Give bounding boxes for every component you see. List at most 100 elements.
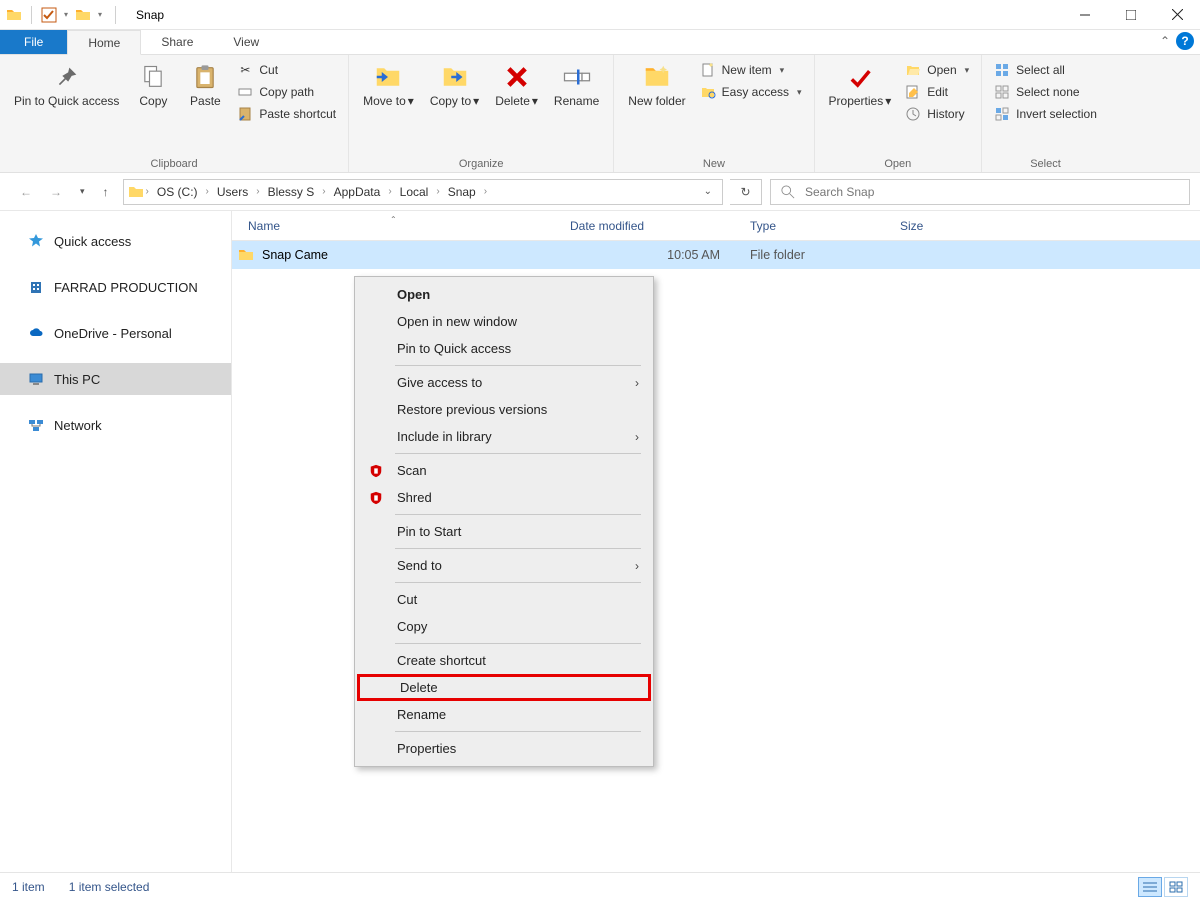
paste-button[interactable]: Paste [181, 59, 229, 111]
sidebar-item-quick-access[interactable]: Quick access [0, 225, 231, 257]
search-placeholder: Search Snap [805, 185, 874, 199]
delete-button[interactable]: Delete▾ [489, 59, 544, 111]
menu-item-copy[interactable]: Copy [357, 613, 651, 640]
qat-dropdown-icon[interactable]: ▾ [94, 10, 106, 19]
recent-locations-button[interactable]: ▾ [80, 186, 85, 197]
network-icon [28, 417, 44, 433]
menu-item-rename[interactable]: Rename [357, 701, 651, 728]
chevron-right-icon[interactable]: › [322, 186, 325, 197]
menu-item-pin-start[interactable]: Pin to Start [357, 518, 651, 545]
chevron-right-icon[interactable]: › [146, 186, 149, 197]
new-folder-button[interactable]: New folder [622, 59, 691, 111]
help-icon[interactable]: ? [1176, 32, 1194, 50]
sidebar-label: OneDrive - Personal [54, 326, 172, 341]
breadcrumb-item[interactable]: OS (C:) [151, 185, 204, 199]
menu-item-give-access-to[interactable]: Give access to› [357, 369, 651, 396]
new-item-button[interactable]: New item▾ [696, 61, 806, 79]
move-to-button[interactable]: Move to▾ [357, 59, 420, 111]
refresh-button[interactable]: ↻ [730, 179, 762, 205]
menu-item-cut[interactable]: Cut [357, 586, 651, 613]
paste-label: Paste [190, 95, 221, 109]
search-box[interactable]: Search Snap [770, 179, 1190, 205]
qat-dropdown-icon[interactable]: ▾ [60, 10, 72, 19]
tab-view[interactable]: View [213, 30, 279, 54]
menu-item-open-new-window[interactable]: Open in new window [357, 308, 651, 335]
select-none-button[interactable]: Select none [990, 83, 1101, 101]
select-all-button[interactable]: Select all [990, 61, 1101, 79]
sidebar-item-onedrive[interactable]: OneDrive - Personal [0, 317, 231, 349]
chevron-right-icon[interactable]: › [256, 186, 259, 197]
status-item-count: 1 item [12, 880, 45, 894]
maximize-button[interactable] [1108, 0, 1154, 30]
cut-button[interactable]: ✂Cut [233, 61, 340, 79]
chevron-right-icon[interactable]: › [206, 186, 209, 197]
ribbon: Pin to Quick access Copy Paste ✂Cut Copy… [0, 55, 1200, 173]
breadcrumb-item[interactable]: Users [211, 185, 254, 199]
group-label-clipboard: Clipboard [8, 156, 340, 170]
up-button[interactable]: ↑ [103, 185, 109, 199]
menu-item-create-shortcut[interactable]: Create shortcut [357, 647, 651, 674]
breadcrumb-item[interactable]: AppData [328, 185, 387, 199]
menu-item-pin-quick-access[interactable]: Pin to Quick access [357, 335, 651, 362]
pc-icon [28, 371, 44, 387]
sidebar-item-farrad[interactable]: FARRAD PRODUCTION [0, 271, 231, 303]
copy-to-button[interactable]: Copy to▾ [424, 59, 485, 111]
menu-item-include-library[interactable]: Include in library› [357, 423, 651, 450]
ribbon-group-new: New folder New item▾ Easy access▾ New [614, 55, 814, 172]
copy-label: Copy [139, 95, 167, 109]
column-header-date[interactable]: Date modified [570, 219, 750, 233]
menu-item-delete[interactable]: Delete [357, 674, 651, 701]
column-header-type[interactable]: Type [750, 219, 900, 233]
properties-label: Properties▾ [829, 95, 892, 109]
search-icon [781, 185, 795, 199]
tab-share[interactable]: Share [141, 30, 213, 54]
breadcrumb-item[interactable]: Snap [442, 185, 482, 199]
paste-shortcut-icon [237, 106, 253, 122]
sidebar-item-this-pc[interactable]: This PC [0, 363, 231, 395]
file-row[interactable]: Snap Came 10:05 AM File folder [232, 241, 1200, 269]
column-header-name[interactable]: Name⌃ [248, 219, 570, 233]
invert-selection-button[interactable]: Invert selection [990, 105, 1101, 123]
menu-item-properties[interactable]: Properties [357, 735, 651, 762]
menu-item-send-to[interactable]: Send to› [357, 552, 651, 579]
breadcrumb-item[interactable]: Local [394, 185, 435, 199]
properties-button[interactable]: Properties▾ [823, 59, 898, 111]
menu-item-scan[interactable]: Scan [357, 457, 651, 484]
group-label-organize: Organize [357, 156, 605, 170]
column-header-size[interactable]: Size [900, 219, 1020, 233]
group-label-new: New [622, 156, 805, 170]
ribbon-group-select: Select all Select none Invert selection … [982, 55, 1109, 172]
rename-button[interactable]: Rename [548, 59, 605, 111]
chevron-right-icon[interactable]: › [484, 186, 487, 197]
tab-home[interactable]: Home [67, 30, 141, 55]
thumbnails-view-button[interactable] [1164, 877, 1188, 897]
address-bar[interactable]: › OS (C:)› Users› Blessy S› AppData› Loc… [123, 179, 723, 205]
copy-path-icon [237, 84, 253, 100]
tab-file[interactable]: File [0, 30, 67, 54]
breadcrumb-item[interactable]: Blessy S [262, 185, 321, 199]
easy-access-button[interactable]: Easy access▾ [696, 83, 806, 101]
open-button[interactable]: Open▾ [901, 61, 973, 79]
back-button[interactable]: ← [20, 185, 32, 199]
chevron-right-icon[interactable]: › [436, 186, 439, 197]
minimize-button[interactable] [1062, 0, 1108, 30]
delete-icon [501, 61, 533, 93]
menu-item-open[interactable]: Open [357, 281, 651, 308]
details-view-button[interactable] [1138, 877, 1162, 897]
close-button[interactable] [1154, 0, 1200, 30]
copy-path-button[interactable]: Copy path [233, 83, 340, 101]
pin-quick-access-button[interactable]: Pin to Quick access [8, 59, 125, 111]
menu-item-restore-versions[interactable]: Restore previous versions [357, 396, 651, 423]
copy-button[interactable]: Copy [129, 59, 177, 111]
chevron-right-icon[interactable]: › [388, 186, 391, 197]
edit-button[interactable]: Edit [901, 83, 973, 101]
paste-shortcut-button[interactable]: Paste shortcut [233, 105, 340, 123]
qat-checkbox-icon[interactable] [41, 7, 57, 23]
sidebar-item-network[interactable]: Network [0, 409, 231, 441]
folder-icon [238, 247, 254, 263]
address-dropdown-icon[interactable]: ⌄ [698, 186, 718, 197]
menu-item-shred[interactable]: Shred [357, 484, 651, 511]
collapse-ribbon-icon[interactable]: ⌃ [1160, 34, 1170, 48]
history-button[interactable]: History [901, 105, 973, 123]
forward-button[interactable]: → [50, 185, 62, 199]
